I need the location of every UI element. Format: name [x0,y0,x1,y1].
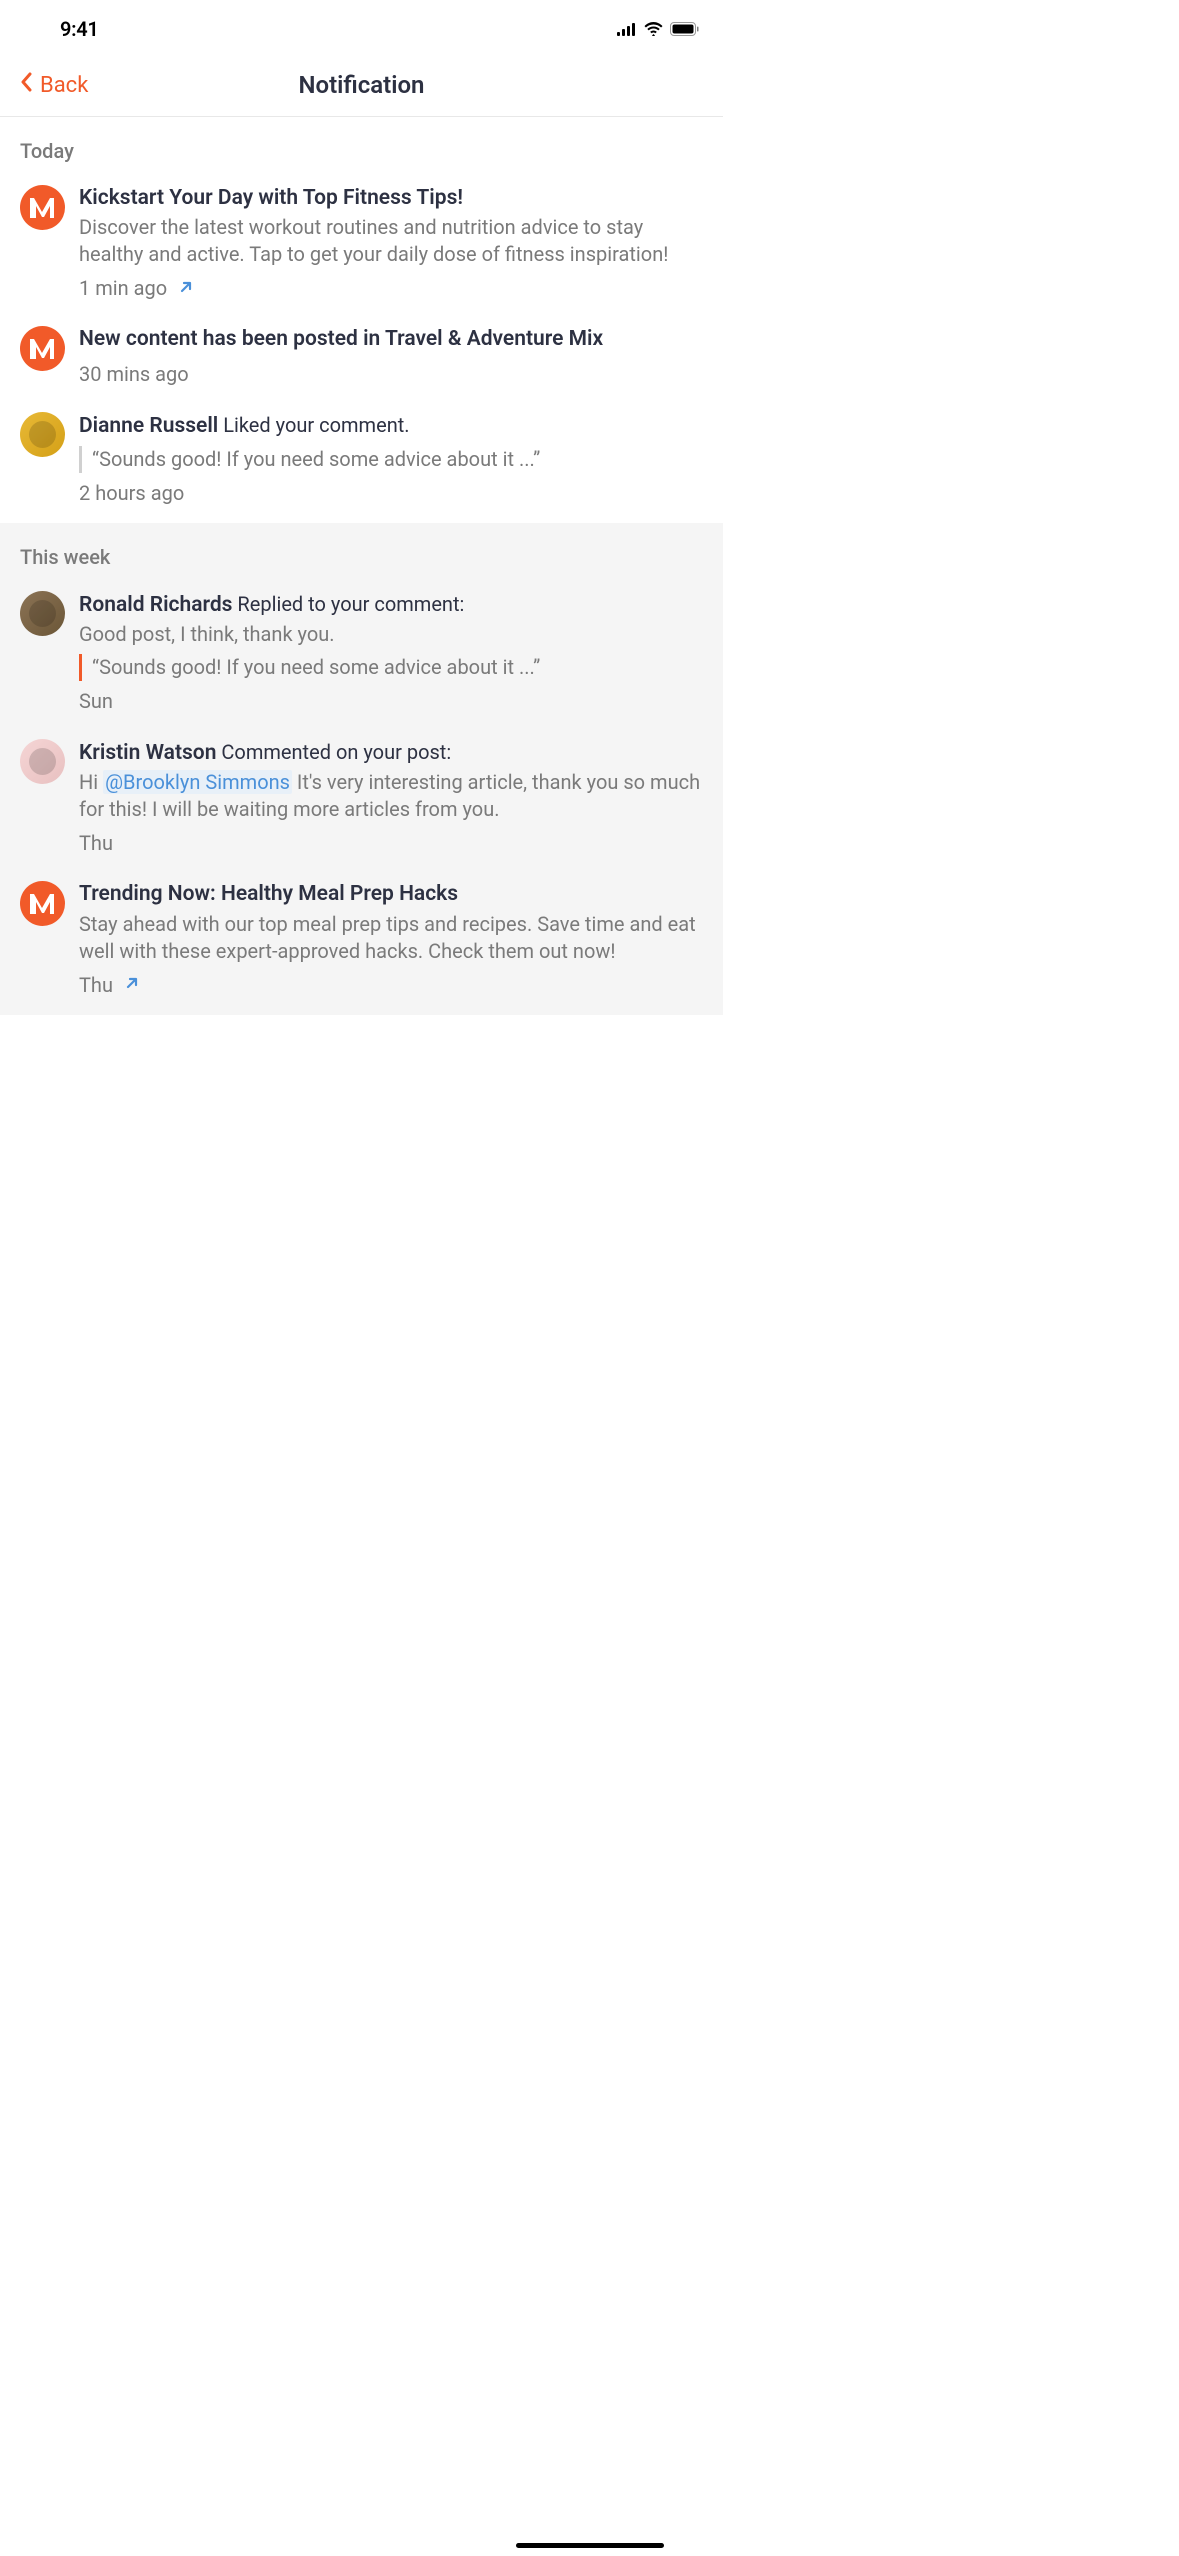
notification-item[interactable]: New content has been posted in Travel & … [0,318,723,403]
notification-section: This week Ronald Richards Replied to your… [0,523,723,1015]
notification-title: Ronald Richards Replied to your comment: [79,591,703,619]
notification-time-row: Thu [79,831,703,855]
notification-title: New content has been posted in Travel & … [79,326,703,353]
notification-title: Kristin Watson Commented on your post: [79,739,703,767]
notification-content: Dianne Russell Liked your comment. “Sound… [79,412,703,505]
notification-title: Trending Now: Healthy Meal Prep Hacks [79,881,703,908]
status-bar: 9:41 [0,0,723,54]
notification-body: Discover the latest workout routines and… [79,214,703,268]
external-link-icon[interactable] [179,278,193,299]
notification-content: Kristin Watson Commented on your post:Hi… [79,739,703,855]
notification-time: Thu [79,973,113,997]
notification-content: Kickstart Your Day with Top Fitness Tips… [79,185,703,300]
notification-time: 1 min ago [79,276,167,300]
notification-body: Stay ahead with our top meal prep tips a… [79,911,703,965]
notification-section: Today Kickstart Your Day with Top Fitness… [0,117,723,523]
status-icons [617,22,699,36]
notification-time-row: 1 min ago [79,276,703,300]
notification-content: Ronald Richards Replied to your comment:… [79,591,703,713]
back-button[interactable]: Back [20,72,88,98]
status-time: 9:41 [28,17,99,41]
notification-time: 30 mins ago [79,362,189,386]
section-header: Today [0,139,723,177]
notification-body: Good post, I think, thank you. [79,621,703,648]
page-title: Notification [299,71,425,99]
notification-content: New content has been posted in Travel & … [79,326,703,385]
home-indicator [516,2543,664,2548]
quote-text: “Sounds good! If you need some advice ab… [92,446,703,473]
notification-time: Sun [79,689,113,713]
wifi-icon [644,22,663,36]
avatar [20,739,65,784]
notification-body: Hi @Brooklyn Simmons It's very interesti… [79,769,703,823]
notification-time-row: Thu [79,973,703,997]
notification-item[interactable]: Kristin Watson Commented on your post:Hi… [0,731,723,873]
notification-title: Kickstart Your Day with Top Fitness Tips… [79,185,703,212]
avatar [20,185,65,230]
notification-item[interactable]: Trending Now: Healthy Meal Prep Hacks Sta… [0,873,723,1014]
external-link-icon[interactable] [125,974,139,995]
avatar [20,881,65,926]
cellular-icon [617,23,637,36]
avatar [20,326,65,371]
section-header: This week [0,545,723,583]
notification-time-row: 2 hours ago [79,481,703,505]
quote-block: “Sounds good! If you need some advice ab… [79,654,703,681]
quote-block: “Sounds good! If you need some advice ab… [79,446,703,473]
back-label: Back [40,73,88,98]
notification-item[interactable]: Dianne Russell Liked your comment. “Sound… [0,404,723,523]
notification-item[interactable]: Ronald Richards Replied to your comment:… [0,583,723,731]
avatar [20,591,65,636]
notification-item[interactable]: Kickstart Your Day with Top Fitness Tips… [0,177,723,318]
mention[interactable]: @Brooklyn Simmons [103,770,292,794]
notification-time: Thu [79,831,113,855]
notification-time: 2 hours ago [79,481,184,505]
battery-icon [670,22,699,36]
notification-time-row: Sun [79,689,703,713]
quote-text: “Sounds good! If you need some advice ab… [92,654,703,681]
nav-header: Back Notification [0,54,723,117]
notification-content: Trending Now: Healthy Meal Prep Hacks Sta… [79,881,703,996]
avatar [20,412,65,457]
chevron-left-icon [20,72,32,98]
notification-title: Dianne Russell Liked your comment. [79,412,703,440]
notification-time-row: 30 mins ago [79,362,703,386]
